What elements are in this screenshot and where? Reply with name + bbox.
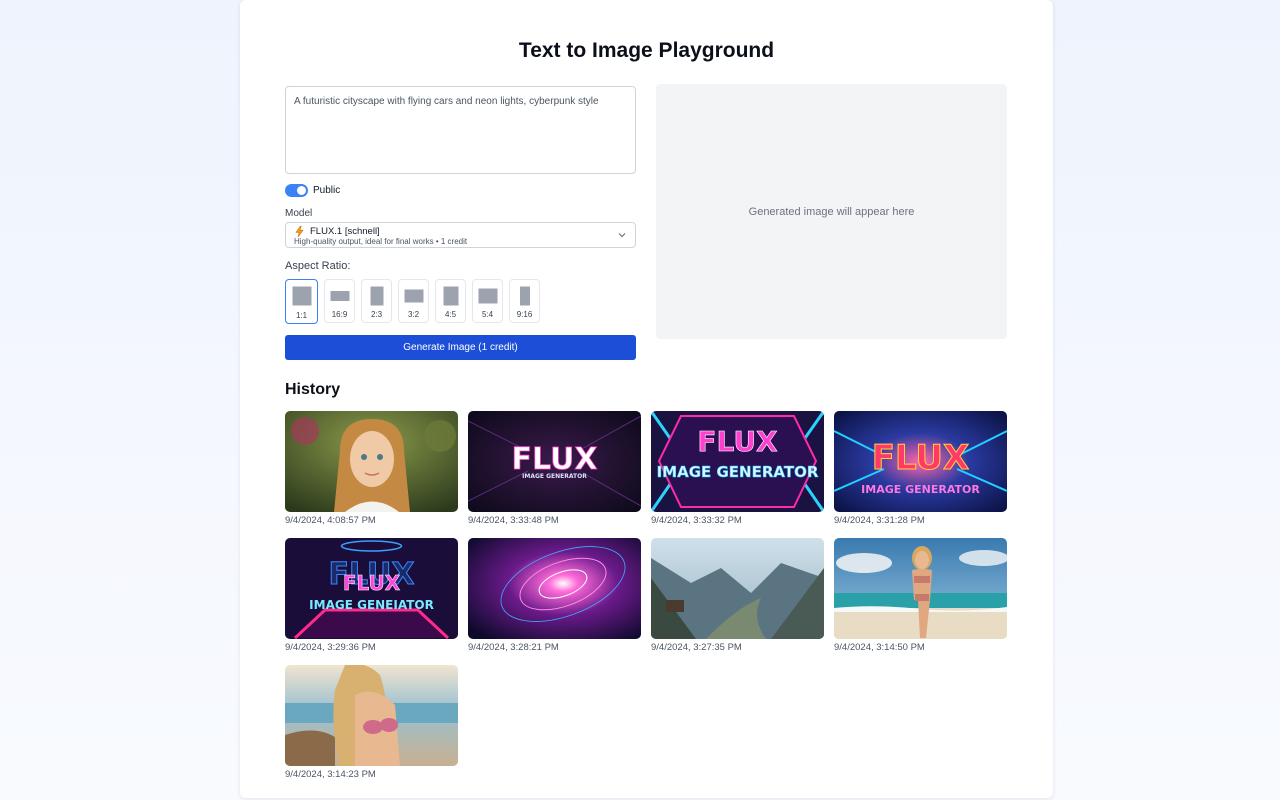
cosmic-swirl-image: [468, 538, 641, 639]
beach-closeup-image: [285, 665, 458, 766]
history-item[interactable]: 9/4/2024, 3:27:35 PM: [651, 538, 824, 653]
ratio-shape: [404, 289, 423, 303]
image-text-flux: FLUX: [872, 438, 970, 478]
page-title: Text to Image Playground: [518, 39, 775, 62]
image-text-flux: FLUX: [511, 442, 597, 477]
mountain-valley-image: [651, 538, 824, 639]
history-item[interactable]: FLUX FLUX IMAGE GENEIATOR 9/4/2024, 3:29…: [285, 538, 458, 653]
history-timestamp: 9/4/2024, 3:14:23 PM: [285, 769, 376, 780]
aspect-option-label: 16:9: [331, 310, 348, 319]
aspect-option-2-3[interactable]: 2:3: [361, 279, 392, 323]
history-item[interactable]: 9/4/2024, 3:14:23 PM: [285, 665, 458, 780]
portrait-image: [285, 411, 458, 512]
aspect-option-5-4[interactable]: 5:4: [472, 279, 503, 323]
ratio-shape: [330, 291, 349, 301]
aspect-option-4-5[interactable]: 4:5: [435, 279, 466, 323]
toggle-knob: [297, 186, 306, 195]
ratio-shape: [443, 286, 458, 306]
history-thumbnail[interactable]: [651, 538, 824, 639]
history-item[interactable]: 9/4/2024, 3:28:21 PM: [468, 538, 641, 653]
history-thumbnail[interactable]: FLUX FLUX IMAGE GENEIATOR: [285, 538, 458, 639]
aspect-option-label: 4:5: [444, 310, 457, 319]
playground-card: Text to Image Playground A futuristic ci…: [240, 0, 1053, 798]
lightning-bolt-icon: [295, 226, 304, 237]
ratio-shape: [292, 286, 311, 306]
model-label: Model: [285, 208, 313, 219]
history-item[interactable]: FLUX IMAGE GENERATOR 9/4/2024, 3:33:32 P…: [651, 411, 824, 526]
history-item[interactable]: FLUX IMAGE GENERATOR 9/4/2024, 3:31:28 P…: [834, 411, 1007, 526]
image-text-sub: IMAGE GENERATOR: [522, 473, 587, 480]
generate-image-button[interactable]: Generate Image (1 credit): [285, 335, 636, 360]
history-title: History: [285, 381, 341, 398]
public-toggle-row[interactable]: Public: [285, 184, 340, 197]
aspect-option-label: 9:16: [516, 310, 533, 319]
aspect-option-label: 2:3: [370, 310, 383, 319]
image-text-sub: IMAGE GENERATOR: [657, 463, 819, 481]
aspect-option-label: 1:1: [295, 311, 308, 320]
image-text-sub: IMAGE GENEIATOR: [309, 598, 434, 612]
history-timestamp: 9/4/2024, 3:31:28 PM: [834, 515, 925, 526]
image-text-flux: FLUX: [343, 571, 401, 595]
history-item[interactable]: 9/4/2024, 3:14:50 PM: [834, 538, 1007, 653]
history-timestamp: 9/4/2024, 3:33:32 PM: [651, 515, 742, 526]
flux-logo-image: FLUX IMAGE GENERATOR: [468, 411, 641, 512]
history-item[interactable]: FLUX IMAGE GENERATOR 9/4/2024, 3:33:48 P…: [468, 411, 641, 526]
flux-neon-blue-image: FLUX IMAGE GENERATOR: [834, 411, 1007, 512]
history-thumbnail[interactable]: [285, 411, 458, 512]
history-timestamp: 9/4/2024, 3:27:35 PM: [651, 642, 742, 653]
history-item[interactable]: 9/4/2024, 4:08:57 PM: [285, 411, 458, 526]
ratio-shape: [370, 286, 383, 306]
public-toggle-label: Public: [313, 185, 341, 196]
aspect-ratio-options: 1:1 16:9 2:3 3:2 4:5 5:4 9:16: [285, 279, 540, 324]
aspect-option-1-1[interactable]: 1:1: [285, 279, 318, 324]
history-thumbnail[interactable]: FLUX IMAGE GENERATOR: [834, 411, 1007, 512]
chevron-down-icon: [618, 233, 626, 238]
history-timestamp: 9/4/2024, 4:08:57 PM: [285, 515, 376, 526]
ratio-shape: [519, 286, 530, 306]
image-text-sub: IMAGE GENERATOR: [861, 483, 980, 496]
history-timestamp: 9/4/2024, 3:29:36 PM: [285, 642, 376, 653]
history-thumbnail[interactable]: [468, 538, 641, 639]
aspect-option-label: 3:2: [407, 310, 420, 319]
history-thumbnail[interactable]: [834, 538, 1007, 639]
prompt-input[interactable]: A futuristic cityscape with flying cars …: [285, 86, 636, 174]
image-text-flux: FLUX: [697, 425, 778, 458]
aspect-option-9-16[interactable]: 9:16: [509, 279, 540, 323]
model-name: FLUX.1 [schnell]: [310, 226, 380, 237]
preview-placeholder: Generated image will appear here: [748, 205, 915, 218]
model-select[interactable]: FLUX.1 [schnell] High-quality output, id…: [285, 222, 636, 248]
aspect-option-16-9[interactable]: 16:9: [324, 279, 355, 323]
history-timestamp: 9/4/2024, 3:14:50 PM: [834, 642, 925, 653]
flux-neon-hex-image: FLUX IMAGE GENERATOR: [651, 411, 824, 512]
history-thumbnail[interactable]: FLUX IMAGE GENERATOR: [651, 411, 824, 512]
ratio-shape: [478, 288, 497, 304]
history-thumbnail[interactable]: [285, 665, 458, 766]
image-preview-area: Generated image will appear here: [656, 84, 1007, 339]
flux-neon-grid-image: FLUX FLUX IMAGE GENEIATOR: [285, 538, 458, 639]
beach-standing-image: [834, 538, 1007, 639]
aspect-option-3-2[interactable]: 3:2: [398, 279, 429, 323]
history-timestamp: 9/4/2024, 3:33:48 PM: [468, 515, 559, 526]
history-thumbnail[interactable]: FLUX IMAGE GENERATOR: [468, 411, 641, 512]
public-toggle[interactable]: [285, 184, 308, 197]
history-timestamp: 9/4/2024, 3:28:21 PM: [468, 642, 559, 653]
aspect-option-label: 5:4: [481, 310, 494, 319]
model-description: High-quality output, ideal for final wor…: [294, 237, 468, 246]
aspect-ratio-label: Aspect Ratio:: [285, 260, 351, 272]
